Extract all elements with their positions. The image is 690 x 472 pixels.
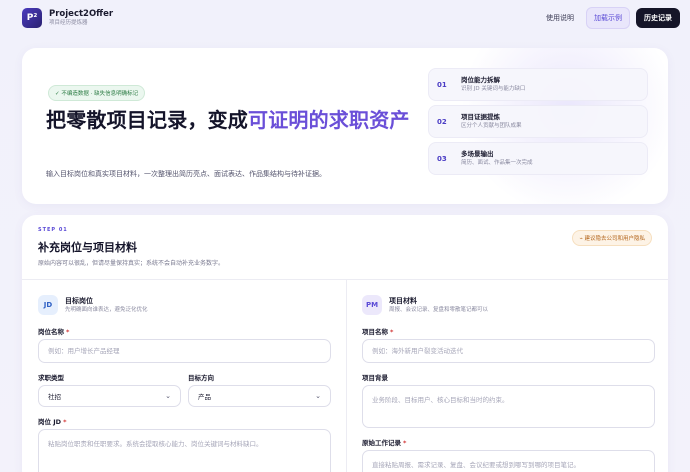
step-subtitle: 识别 JD 关键词与能力缺口 (461, 86, 526, 92)
step-title: 岗位能力拆解 (461, 76, 500, 84)
input-form-card: STEP 01 补充岗位与项目材料 原始内容可以很乱，但请尽量保持真实；系统不会… (22, 215, 668, 472)
required-mark: * (403, 439, 407, 447)
job-name-label: 岗位名称 * (38, 326, 69, 336)
jd-textarea[interactable] (38, 429, 331, 472)
project-background-textarea[interactable] (362, 385, 655, 428)
target-job-title: 目标岗位 (65, 296, 93, 305)
jd-avatar: JD (38, 295, 58, 315)
step-title: 多场景输出 (461, 150, 494, 158)
feature-step: 02 项目证据提炼 区分个人贡献与团队成果 (428, 105, 648, 138)
work-log-label-text: 原始工作记录 (362, 439, 401, 447)
project-name-input[interactable] (362, 339, 655, 363)
required-mark: * (390, 328, 394, 336)
work-log-textarea[interactable] (362, 450, 655, 472)
chevron-down-icon: ⌄ (165, 392, 171, 400)
pm-avatar: PM (362, 295, 382, 315)
brand-subtitle: 项目经历提炼器 (49, 20, 88, 26)
column-divider (346, 279, 347, 472)
project-materials-header: PM 项目材料 周报、会议记录、复盘和零散笔记都可以 (362, 295, 488, 315)
job-type-select[interactable]: 社招 ⌄ (38, 385, 181, 407)
feature-step: 01 岗位能力拆解 识别 JD 关键词与能力缺口 (428, 68, 648, 101)
load-example-button[interactable]: 加载示例 (586, 7, 630, 29)
history-button[interactable]: 历史记录 (636, 8, 680, 28)
top-nav: 使用说明 加载示例 历史记录 (540, 7, 680, 29)
hero-description: 输入目标岗位和真实项目材料，一次整理出简历亮点、面试表达、作品集结构与待补证据。 (46, 170, 326, 178)
help-link[interactable]: 使用说明 (540, 8, 580, 28)
hero-title-plain: 把零散项目记录，变成 (46, 108, 248, 132)
project-name-label: 项目名称 * (362, 326, 393, 336)
target-job-header: JD 目标岗位 先明确面向谁表达，避免泛化优化 (38, 295, 148, 315)
project-name-label-text: 项目名称 (362, 328, 388, 336)
project-background-label: 项目背景 (362, 374, 388, 382)
jd-label: 岗位 JD * (38, 416, 66, 426)
step-number: 03 (437, 154, 447, 163)
feature-steps: 01 岗位能力拆解 识别 JD 关键词与能力缺口 02 项目证据提炼 区分个人贡… (428, 68, 648, 179)
job-direction-select[interactable]: 产品 ⌄ (188, 385, 331, 407)
brand-name: Project2Offer (49, 9, 114, 19)
form-divider (22, 279, 668, 280)
target-job-subtitle: 先明确面向谁表达，避免泛化优化 (65, 306, 148, 313)
job-name-input[interactable] (38, 339, 331, 363)
project-materials-subtitle: 周报、会议记录、复盘和零散笔记都可以 (389, 306, 489, 313)
form-step-label: STEP 01 (38, 227, 68, 233)
step-subtitle: 区分个人贡献与团队成果 (461, 123, 522, 129)
step-subtitle: 简历、面试、作品集一次完成 (461, 160, 533, 166)
step-number: 02 (437, 117, 447, 126)
job-direction-label: 目标方向 (188, 374, 214, 382)
project-materials-title: 项目材料 (389, 296, 417, 305)
hero-title-accent: 可证明的求职资产 (248, 108, 410, 132)
step-number: 01 (437, 80, 447, 89)
job-type-label: 求职类型 (38, 374, 64, 382)
step-title: 项目证据提炼 (461, 113, 500, 121)
privacy-warning-badge: ⌁ 建议隐去公司和用户隐私 (572, 230, 652, 246)
feature-step: 03 多场景输出 简历、面试、作品集一次完成 (428, 142, 648, 175)
required-mark: * (63, 418, 67, 426)
hero-card: ✓ 不编造数据 · 缺失信息明确标记 把零散项目记录，变成可证明的求职资产 输入… (22, 48, 668, 204)
brand: Project2Offer 项目经历提炼器 (49, 9, 113, 27)
form-subtitle: 原始内容可以很乱，但请尽量保持真实；系统不会自动补充业务数字。 (38, 260, 225, 267)
required-mark: * (66, 328, 70, 336)
job-direction-value: 产品 (198, 393, 211, 401)
app-logo[interactable]: P² (22, 8, 42, 28)
top-bar: P² Project2Offer 项目经历提炼器 使用说明 加载示例 历史记录 (0, 0, 690, 36)
job-type-value: 社招 (48, 393, 61, 401)
work-log-label: 原始工作记录 * (362, 437, 406, 447)
job-name-label-text: 岗位名称 (38, 328, 64, 336)
form-title: 补充岗位与项目材料 (38, 241, 137, 254)
chevron-down-icon: ⌄ (315, 392, 321, 400)
jd-label-text: 岗位 JD (38, 418, 62, 426)
hero-title: 把零散项目记录，变成可证明的求职资产 (46, 108, 416, 133)
trust-badge: ✓ 不编造数据 · 缺失信息明确标记 (48, 85, 146, 101)
